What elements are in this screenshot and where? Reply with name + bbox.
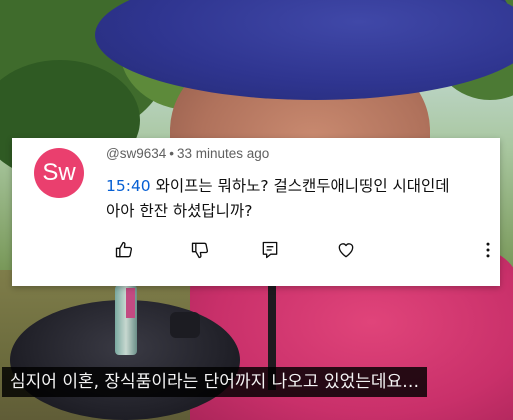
posted-time[interactable]: 33 minutes ago xyxy=(177,146,269,161)
comment-line-1: 와이프는 뭐하노? 걸스캔두애니띵인 시대인데 xyxy=(150,177,450,195)
comment-actions xyxy=(112,238,492,266)
like-button[interactable] xyxy=(112,238,136,262)
video-subtitle: 심지어 이혼, 장식품이라는 단어까지 나오고 있었는데요… xyxy=(2,367,428,397)
avatar-initials: Sw xyxy=(42,159,76,186)
more-options-button[interactable] xyxy=(476,238,500,262)
timestamp-link[interactable]: 15:40 xyxy=(106,177,151,195)
comment-meta: @sw9634 • 33 minutes ago xyxy=(106,146,269,161)
reply-icon xyxy=(262,241,278,259)
straw-tip xyxy=(126,288,135,318)
meta-separator: • xyxy=(169,146,174,161)
heart-button[interactable] xyxy=(334,238,358,262)
username[interactable]: @sw9634 xyxy=(106,146,166,161)
avatar[interactable]: Sw xyxy=(34,148,84,198)
thumbs-up-icon xyxy=(115,241,133,258)
heart-icon xyxy=(338,243,354,258)
comment-line-2: 아아 한잔 하셨답니까? xyxy=(106,202,253,220)
bottle-knob xyxy=(170,312,200,338)
more-vert-icon xyxy=(486,242,490,258)
reply-button[interactable] xyxy=(258,238,282,262)
comment-card: Sw @sw9634 • 33 minutes ago 15:40 와이프는 뭐하노… xyxy=(12,138,500,286)
comment-text: 15:40 와이프는 뭐하노? 걸스캔두애니띵인 시대인데 아아 한잔 하셨답니… xyxy=(106,174,486,224)
thumbs-down-icon xyxy=(191,242,209,259)
dislike-button[interactable] xyxy=(188,238,212,262)
